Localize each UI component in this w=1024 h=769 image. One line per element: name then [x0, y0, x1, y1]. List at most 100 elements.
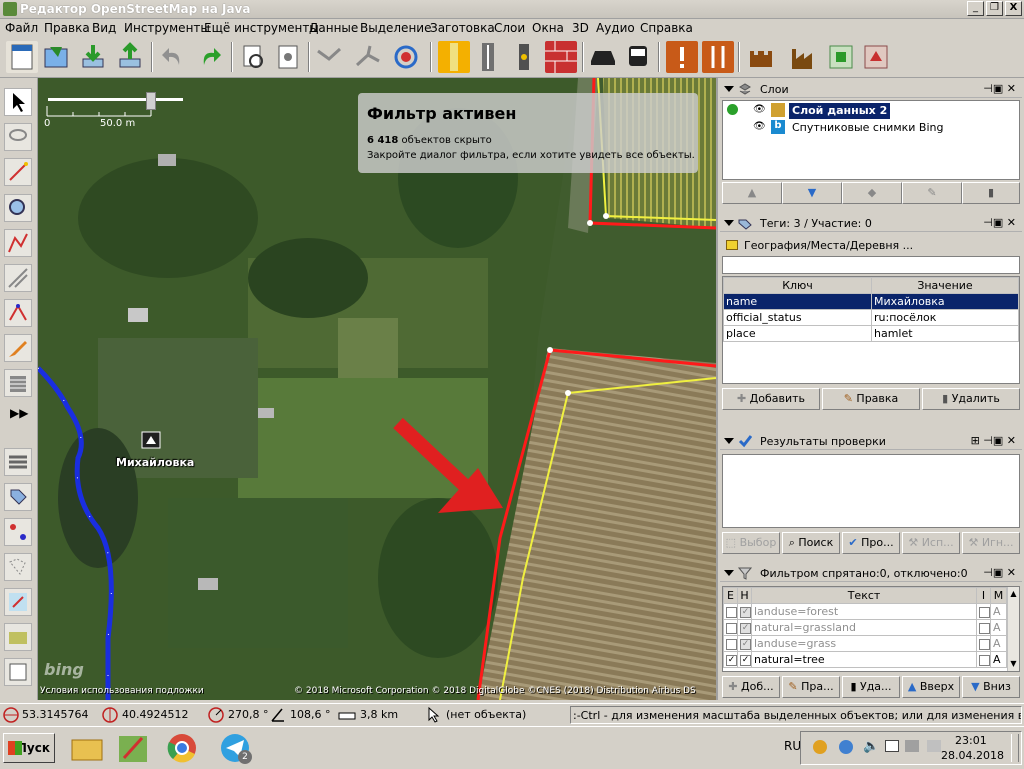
fix-button[interactable]: ⚒ Исп... — [902, 532, 960, 554]
ignore-button[interactable]: ⚒ Игн... — [962, 532, 1020, 554]
enable-checkbox[interactable] — [726, 622, 737, 634]
delete-filter-button[interactable]: ▮ Уда... — [842, 676, 900, 698]
factory-preset-icon[interactable] — [788, 41, 820, 73]
table-row[interactable]: ✓ landuse=grass A — [723, 635, 1007, 652]
enable-checkbox[interactable]: ✓ — [726, 654, 737, 666]
shop-preset-icon[interactable] — [825, 41, 857, 73]
draw-tool-icon[interactable] — [4, 158, 32, 186]
show-desktop-button[interactable] — [1011, 734, 1019, 762]
preferences-icon[interactable] — [272, 41, 304, 73]
redo-icon[interactable] — [194, 41, 226, 73]
zoom-slider-track[interactable] — [48, 98, 183, 101]
close-button[interactable]: X — [1005, 1, 1022, 16]
col-enabled[interactable]: E — [723, 587, 738, 604]
history-toggle-icon[interactable] — [4, 623, 32, 651]
panel-close-icon[interactable]: ⊣▣ ✕ — [983, 566, 1016, 579]
node-tool-icon[interactable] — [4, 299, 32, 327]
more-tools-icon[interactable]: ▶▶ — [10, 406, 28, 420]
menu-selection[interactable]: Выделение — [360, 21, 431, 35]
validation-panel-header[interactable]: Результаты проверки ⊞ ⊣▣ ✕ — [720, 432, 1022, 450]
invert-checkbox[interactable] — [979, 622, 990, 634]
select-tool-icon[interactable] — [4, 88, 32, 116]
relation-toggle-icon[interactable] — [4, 518, 32, 546]
filter-mode[interactable]: A — [990, 603, 1007, 620]
add-tag-button[interactable]: ✚ Добавить — [722, 388, 820, 410]
filter-mode[interactable]: A — [990, 619, 1007, 636]
menu-more-tools[interactable]: Ещё инструменты — [204, 21, 319, 35]
preset-row[interactable]: География/Места/Деревня ... — [724, 238, 1020, 254]
zoom-tool-icon[interactable] — [4, 194, 32, 222]
table-row[interactable]: official_status ru:посёлок — [723, 309, 1019, 326]
search-button[interactable]: ⌕ Поиск — [782, 532, 840, 554]
volume-icon[interactable]: 🔈 — [863, 739, 879, 754]
col-text[interactable]: Текст — [751, 587, 977, 604]
menu-windows[interactable]: Окна — [532, 21, 564, 35]
hide-checkbox[interactable]: ✓ — [740, 638, 751, 650]
menu-3d[interactable]: 3D — [572, 21, 589, 35]
table-row[interactable]: ✓ natural=grassland A — [723, 619, 1007, 636]
amenity-preset-icon[interactable] — [860, 41, 892, 73]
layers-panel-header[interactable]: Слои ⊣▣ ✕ — [720, 80, 1022, 98]
tag-value[interactable]: hamlet — [871, 325, 1019, 342]
validation-results[interactable] — [722, 454, 1020, 528]
reverse-way-icon[interactable] — [390, 41, 422, 73]
chrome-icon[interactable] — [163, 730, 201, 766]
layers-toggle-icon[interactable] — [4, 448, 32, 476]
warning-preset-icon[interactable] — [666, 41, 698, 73]
filter-mode[interactable]: A — [990, 635, 1007, 652]
parallel-way-icon[interactable] — [4, 264, 32, 292]
tray-misc-icon[interactable] — [905, 740, 919, 752]
filter-text[interactable]: natural=grassland — [751, 619, 977, 636]
col-mode[interactable]: M — [990, 587, 1007, 604]
place-label[interactable]: Михайловка — [116, 456, 194, 469]
filter-mode[interactable]: A — [990, 651, 1007, 668]
open-file-icon[interactable] — [40, 41, 72, 73]
tag-key[interactable]: official_status — [723, 309, 872, 326]
collapse-icon[interactable] — [724, 86, 734, 92]
panel-close-icon[interactable]: ⊞ ⊣▣ ✕ — [971, 434, 1016, 447]
menu-tools[interactable]: Инструменты — [124, 21, 210, 35]
collapse-icon[interactable] — [724, 220, 734, 226]
panel-close-icon[interactable]: ⊣▣ ✕ — [983, 82, 1016, 95]
combine-way-icon[interactable] — [313, 41, 345, 73]
changeset-toggle-icon[interactable] — [4, 658, 32, 686]
enable-checkbox[interactable] — [726, 638, 737, 650]
josm-icon[interactable] — [114, 730, 152, 766]
network-icon[interactable] — [885, 740, 899, 752]
col-inverted[interactable]: I — [976, 587, 991, 604]
table-row[interactable]: place hamlet — [723, 325, 1019, 342]
menu-help[interactable]: Справка — [640, 21, 693, 35]
zoom-data-icon[interactable] — [237, 41, 269, 73]
menu-audio[interactable]: Аудио — [596, 21, 635, 35]
move-up-button[interactable]: ▲ Вверх — [902, 676, 960, 698]
merge-layer-icon[interactable]: ◆ — [842, 182, 902, 204]
wall-preset-icon[interactable] — [545, 41, 577, 73]
col-value[interactable]: Значение — [871, 277, 1019, 294]
split-way-icon[interactable] — [352, 41, 384, 73]
tag-value[interactable]: ru:посёлок — [871, 309, 1019, 326]
filter-panel-header[interactable]: Фильтром спрятано:0, отключено:0 ⊣▣ ✕ — [720, 564, 1022, 582]
road-preset-icon[interactable] — [438, 41, 470, 73]
clock-date[interactable]: 28.04.2018 — [941, 749, 1004, 762]
upload-icon[interactable] — [114, 41, 146, 73]
delete-tag-button[interactable]: ▮ Удалить — [922, 388, 1020, 410]
menu-layers[interactable]: Слои — [494, 21, 525, 35]
visibility-eye-icon[interactable]: 👁 — [753, 104, 766, 115]
col-hidden[interactable]: H — [737, 587, 752, 604]
col-key[interactable]: Ключ — [723, 277, 872, 294]
track-preset-icon[interactable] — [472, 41, 504, 73]
invert-checkbox[interactable] — [979, 654, 990, 666]
move-down-button[interactable]: ▼ Вниз — [962, 676, 1020, 698]
bus-preset-icon[interactable] — [622, 41, 654, 73]
tray-app-icon[interactable] — [813, 740, 827, 754]
tag-key[interactable]: name — [723, 293, 872, 310]
tag-toggle-icon[interactable] — [4, 483, 32, 511]
scroll-up-icon[interactable]: ▲ — [1009, 589, 1018, 599]
invert-checkbox[interactable] — [979, 638, 990, 650]
pencil-tool-icon[interactable] — [4, 334, 32, 362]
undo-icon[interactable] — [157, 41, 189, 73]
layer-info-icon[interactable]: ✎ — [902, 182, 962, 204]
menu-file[interactable]: Файл — [5, 21, 38, 35]
telegram-icon[interactable]: 2 — [216, 730, 254, 766]
lasso-tool-icon[interactable] — [4, 123, 32, 151]
